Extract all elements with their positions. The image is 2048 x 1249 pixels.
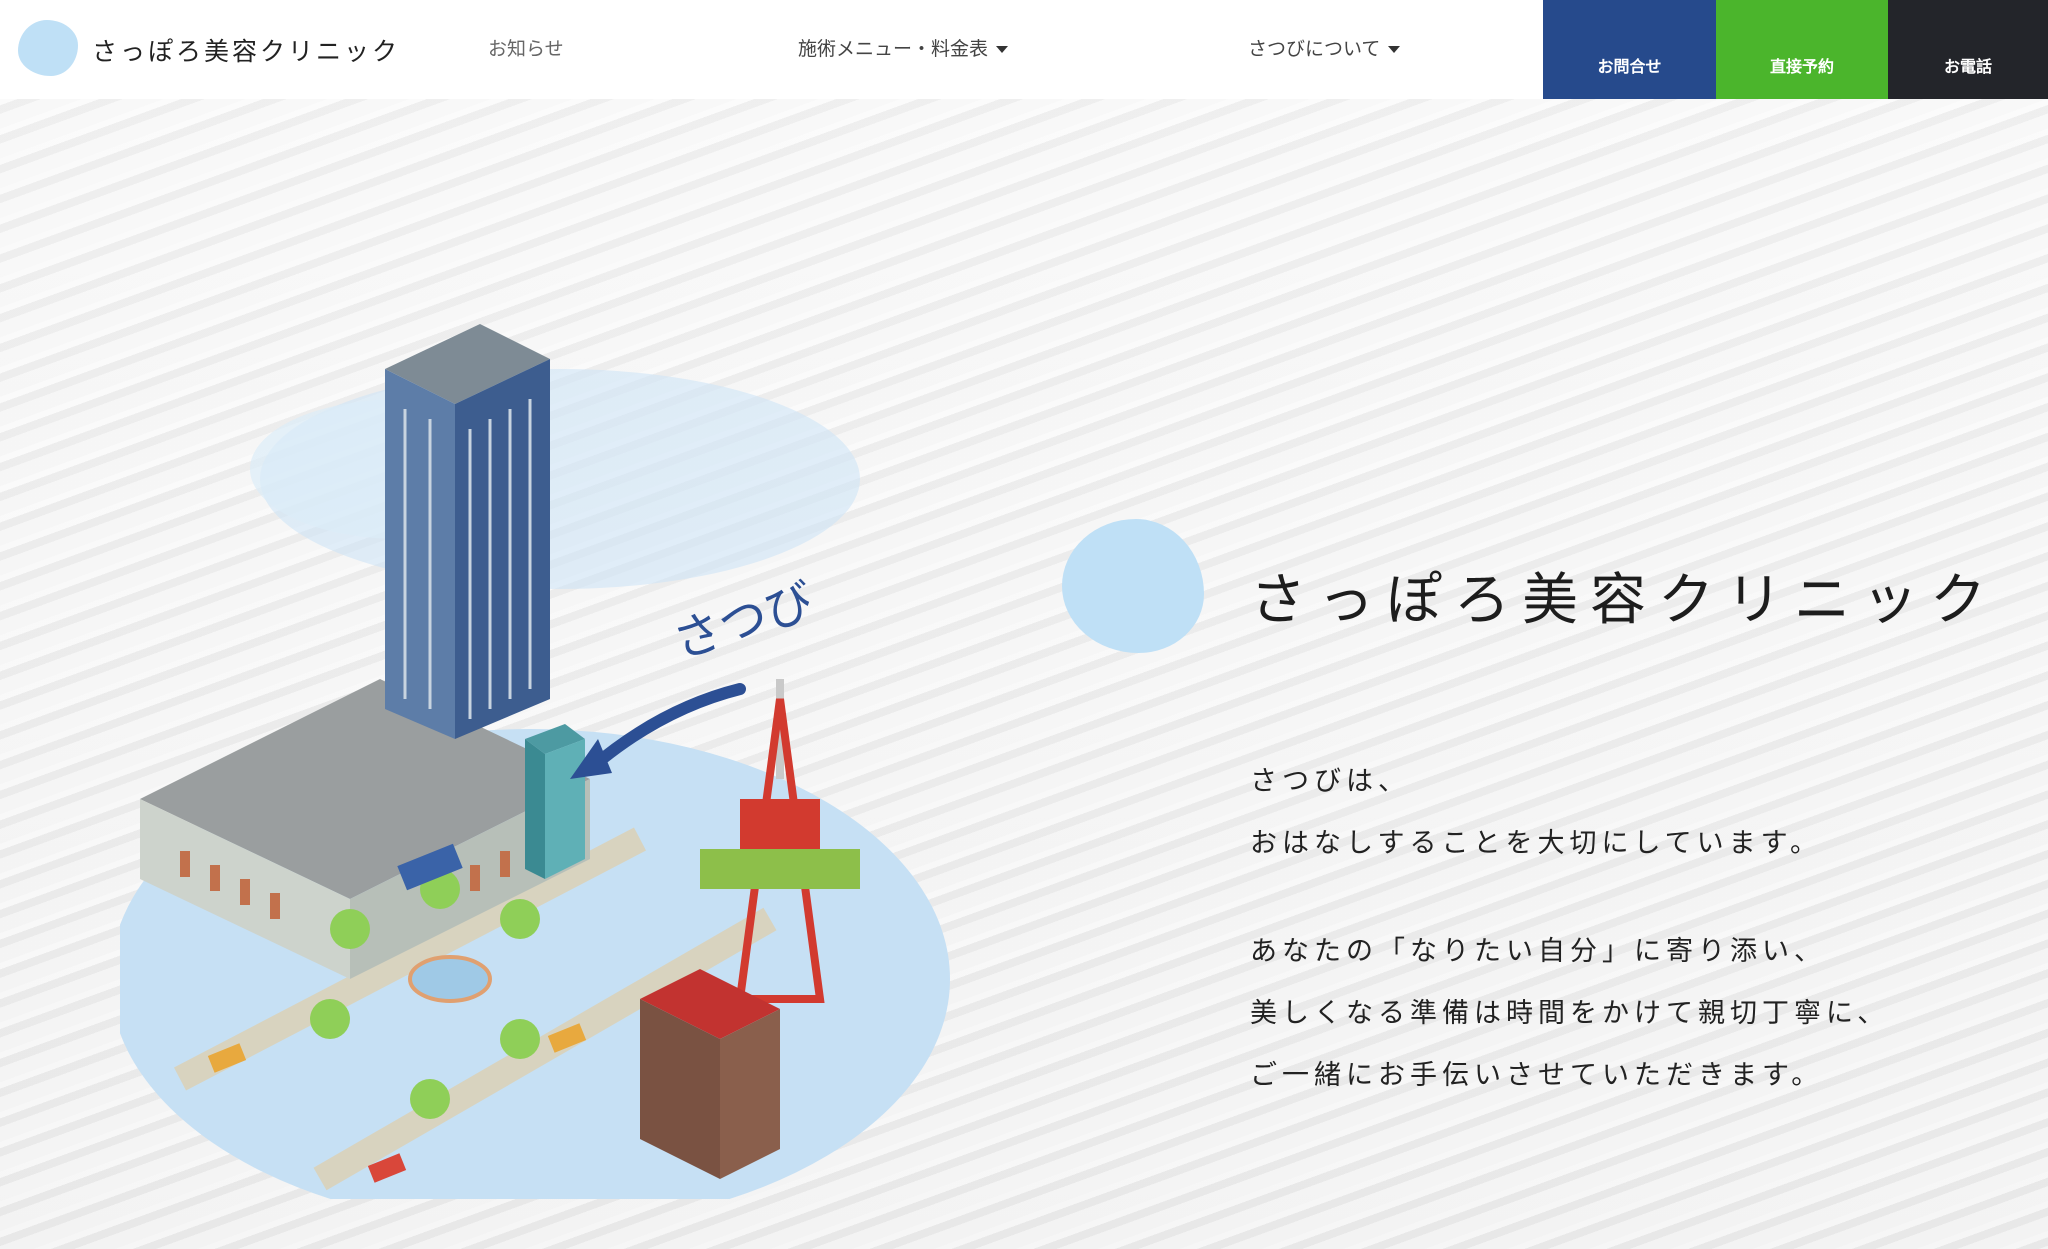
hero-line: さつびは、	[1250, 766, 1410, 797]
logo-blob-icon[interactable]	[18, 20, 78, 76]
hero-section: さつび さっぽろ美容クリニック さつびは、 おはなしすることを大切にしています。…	[0, 99, 2048, 1249]
hero-title: さっぽろ美容クリニック	[1250, 568, 1998, 633]
title-blob-icon	[1062, 519, 1204, 653]
sapporo-city-illustration: さつび	[120, 324, 950, 1199]
hero-line: おはなしすることを大切にしています。	[1250, 828, 1822, 859]
contact-button[interactable]: お問合せ	[1543, 0, 1716, 99]
hero-line: 美しくなる準備は時間をかけて親切丁寧に、	[1250, 998, 1890, 1029]
hero-line: あなたの「なりたい自分」に寄り添い、	[1250, 936, 1826, 967]
nav-about-label: さつびについて	[1248, 38, 1381, 60]
logo-text[interactable]: さっぽろ美容クリニック	[92, 32, 400, 68]
nav-menu-dropdown[interactable]: 施術メニュー・料金表	[798, 34, 1009, 61]
site-header: さっぽろ美容クリニック お知らせ 施術メニュー・料金表 さつびについて お問合せ…	[0, 0, 2048, 99]
hero-message: さつびは、 おはなしすることを大切にしています。 あなたの「なりたい自分」に寄り…	[1250, 751, 1889, 1107]
phone-button[interactable]: お電話	[1888, 0, 2048, 99]
nav-menu-label: 施術メニュー・料金表	[798, 38, 989, 60]
caret-down-icon	[996, 46, 1009, 53]
reserve-button[interactable]: 直接予約	[1716, 0, 1888, 99]
hero-line: ご一緒にお手伝いさせていただきます。	[1250, 1060, 1824, 1091]
nav-news-label: お知らせ	[488, 38, 564, 60]
nav-about-dropdown[interactable]: さつびについて	[1248, 34, 1401, 61]
caret-down-icon	[1388, 46, 1401, 53]
illustration-label: さつび	[666, 573, 820, 671]
nav-news[interactable]: お知らせ	[488, 34, 564, 61]
